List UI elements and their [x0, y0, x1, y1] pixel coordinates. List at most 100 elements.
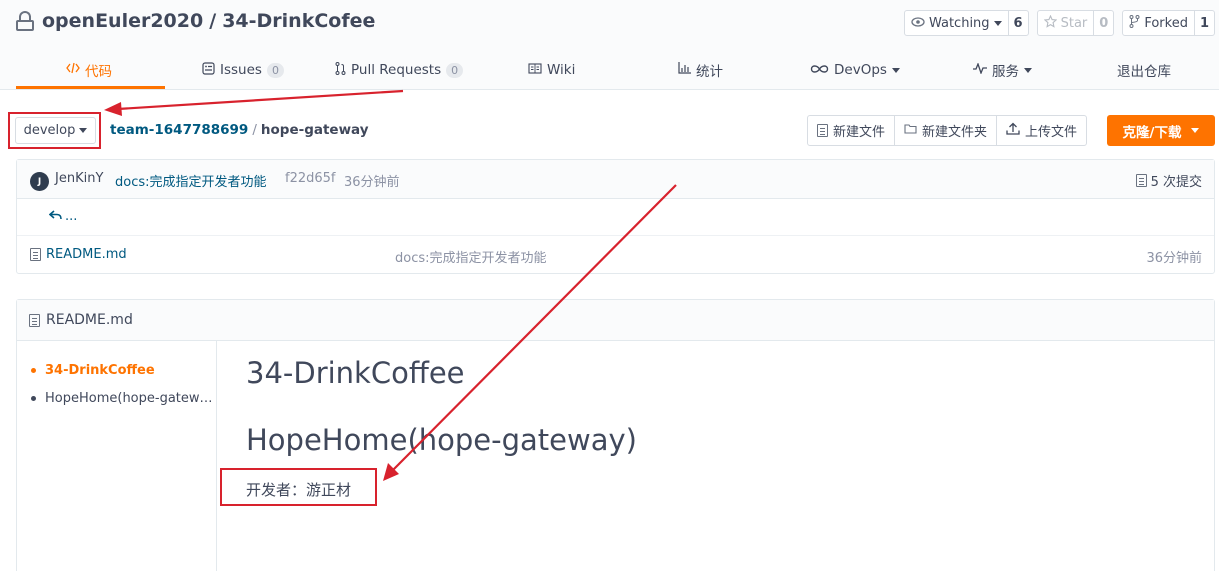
tab-wiki[interactable]: Wiki	[528, 50, 575, 90]
parent-directory-link[interactable]: ...	[48, 209, 78, 224]
lock-icon	[16, 11, 34, 31]
commit-message[interactable]: docs:完成指定开发者功能	[115, 171, 267, 190]
bar-chart-icon	[678, 62, 691, 78]
table-row: README.md docs:完成指定开发者功能 36分钟前	[17, 236, 1214, 274]
file-icon	[30, 248, 41, 261]
repo-title: openEuler2020 / 34-DrinkCofee	[16, 10, 375, 32]
branch-name: develop	[23, 123, 76, 138]
reply-arrow-icon	[48, 209, 62, 224]
tab-stats-label: 统计	[696, 64, 723, 80]
new-file-icon	[817, 124, 828, 137]
readme-title: README.md	[46, 312, 133, 328]
star-icon	[1043, 14, 1057, 32]
latest-commit-bar: J JenKinY docs:完成指定开发者功能 f22d65f 36分钟前 5…	[17, 160, 1214, 199]
forked-label: Forked	[1144, 15, 1188, 31]
tab-stats[interactable]: 统计	[678, 50, 723, 90]
clone-download-label: 克隆/下载	[1122, 124, 1182, 141]
toc-item-label: HopeHome(hope-gateway)	[45, 391, 213, 406]
commit-author[interactable]: JenKinY	[55, 171, 103, 186]
tab-code-label: 代码	[85, 64, 112, 80]
parent-directory-row: ...	[17, 199, 1214, 236]
new-file-label: 新建文件	[833, 125, 886, 140]
readme-file-icon	[29, 313, 40, 327]
commit-time: 36分钟前	[344, 175, 400, 190]
tab-issues-label: Issues	[220, 62, 262, 78]
avatar[interactable]: J	[30, 172, 49, 191]
infinity-icon	[810, 62, 829, 78]
chevron-down-icon	[1191, 128, 1200, 133]
breadcrumb-root-link[interactable]: team-1647788699	[110, 122, 248, 138]
arrow-to-branch	[104, 89, 404, 116]
issues-icon	[202, 61, 215, 79]
new-folder-button[interactable]: 新建文件夹	[895, 116, 998, 145]
developer-annotation-box	[220, 468, 377, 506]
book-icon	[528, 62, 542, 78]
watching-count[interactable]: 6	[1009, 11, 1028, 35]
quit-repo-link[interactable]: 退出仓库	[1117, 50, 1171, 90]
code-icon	[66, 62, 80, 78]
readme-heading-1: 34-DrinkCoffee	[246, 356, 465, 390]
eye-icon	[911, 16, 925, 31]
breadcrumb: team-1647788699/hope-gateway	[110, 122, 369, 138]
breadcrumb-current: hope-gateway	[260, 122, 369, 138]
readme-header: README.md	[17, 300, 1214, 341]
pulse-icon	[973, 62, 987, 78]
watching-label: Watching	[928, 15, 990, 31]
file-commit-message[interactable]: docs:完成指定开发者功能	[395, 247, 547, 266]
tab-wiki-label: Wiki	[547, 62, 576, 78]
forked-count[interactable]: 1	[1195, 11, 1214, 35]
repo-title-separator: /	[209, 10, 217, 32]
commits-icon	[1135, 174, 1147, 187]
file-link[interactable]: README.md	[30, 247, 127, 262]
active-tab-indicator	[16, 86, 165, 89]
readme-heading-2: HopeHome(hope-gateway)	[246, 423, 637, 457]
pull-request-icon	[335, 61, 346, 79]
tab-pull-requests-label: Pull Requests	[351, 62, 442, 78]
readme-toc: 34-DrinkCoffee HopeHome(hope-gateway)	[17, 341, 217, 571]
repo-owner-link[interactable]: openEuler2020	[42, 10, 203, 32]
tab-services[interactable]: 服务	[973, 50, 1032, 90]
file-list: J JenKinY docs:完成指定开发者功能 f22d65f 36分钟前 5…	[16, 159, 1215, 274]
new-file-button[interactable]: 新建文件	[808, 116, 896, 145]
upload-file-label: 上传文件	[1025, 125, 1078, 140]
chevron-down-icon	[891, 67, 900, 73]
readme-panel: README.md 34-DrinkCoffee HopeHome(hope-g…	[16, 299, 1215, 571]
pull-requests-count-badge: 0	[446, 62, 464, 78]
toc-item[interactable]: HopeHome(hope-gateway)	[31, 391, 213, 406]
tab-pull-requests[interactable]: Pull Requests 0	[335, 50, 464, 90]
toc-item-label: 34-DrinkCoffee	[45, 363, 155, 378]
file-commit-time: 36分钟前	[1146, 251, 1202, 266]
upload-file-button[interactable]: 上传文件	[997, 116, 1086, 145]
star-count[interactable]: 0	[1094, 11, 1113, 35]
commit-count-link[interactable]: 5 次提交	[1135, 171, 1202, 190]
quit-repo-label: 退出仓库	[1117, 64, 1171, 80]
file-name: README.md	[46, 247, 127, 262]
star-button[interactable]: Star 0	[1036, 10, 1115, 36]
commit-count-label: 5 次提交	[1150, 175, 1202, 190]
repo-name-link[interactable]: 34-DrinkCofee	[222, 10, 375, 32]
tab-issues[interactable]: Issues 0	[202, 50, 284, 90]
star-label: Star	[1060, 15, 1088, 31]
watching-button[interactable]: Watching 6	[903, 10, 1029, 36]
repo-header: openEuler2020 / 34-DrinkCofee Watching 6…	[0, 0, 1219, 90]
upload-icon	[1006, 122, 1020, 139]
folder-icon	[904, 123, 917, 138]
tab-devops[interactable]: DevOps	[810, 50, 900, 90]
toc-item[interactable]: 34-DrinkCoffee	[31, 363, 213, 378]
branch-select[interactable]: develop	[15, 117, 96, 144]
tab-code[interactable]: 代码	[66, 50, 112, 90]
clone-download-button[interactable]: 克隆/下载	[1107, 115, 1215, 146]
chevron-down-icon	[993, 20, 1002, 26]
forked-button[interactable]: Forked 1	[1122, 10, 1215, 36]
parent-directory-label: ...	[65, 209, 78, 224]
tab-services-label: 服务	[992, 64, 1019, 80]
tab-devops-label: DevOps	[834, 62, 887, 78]
repo-actions: Watching 6 Star 0 Forked 1	[903, 10, 1215, 36]
commit-hash[interactable]: f22d65f	[285, 171, 336, 186]
file-operations: 新建文件 新建文件夹 上传文件	[807, 115, 1088, 146]
issues-count-badge: 0	[266, 62, 284, 78]
breadcrumb-separator: /	[252, 122, 257, 138]
new-folder-label: 新建文件夹	[922, 125, 988, 140]
fork-icon	[1129, 14, 1140, 32]
repo-tabs: 代码 Issues 0 Pull Requests 0 Wiki 统计 DevO…	[0, 50, 1219, 90]
